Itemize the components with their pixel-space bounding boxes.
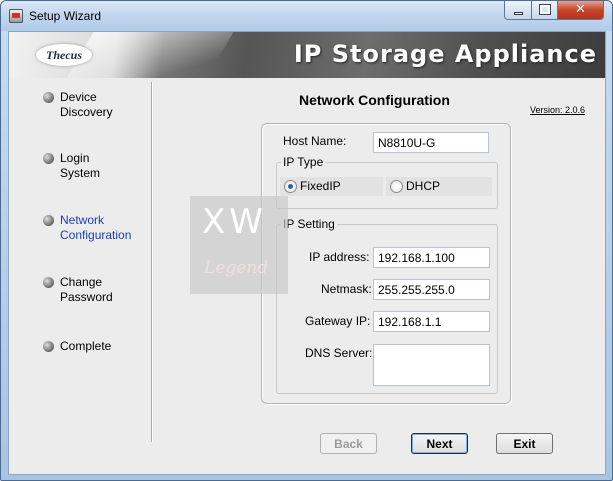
watermark-text-top: XW	[202, 202, 267, 242]
step-label: Login System	[60, 151, 101, 180]
fixed-ip-label: FixedIP	[300, 179, 341, 193]
step-label: Device Discovery	[60, 90, 113, 119]
minimize-icon	[514, 12, 523, 15]
setup-wizard-window: Setup Wizard ✕ Thecus IP Storage Applian…	[0, 0, 613, 481]
gateway-ip-label: Gateway IP:	[305, 314, 371, 328]
host-name-label: Host Name:	[283, 134, 347, 148]
dhcp-radio[interactable]	[390, 180, 403, 193]
window-title: Setup Wizard	[29, 9, 102, 23]
banner-title: IP Storage Appliance	[293, 40, 597, 68]
ip-address-label: IP address:	[309, 250, 370, 264]
watermark: XW Legend	[190, 196, 288, 294]
ip-type-title: IP Type	[281, 155, 326, 169]
page-title: Network Configuration	[299, 92, 450, 108]
watermark-text-bottom: Legend	[204, 258, 269, 278]
logo-text: Thecus	[46, 48, 82, 62]
step-label: Network Configuration	[60, 213, 132, 242]
minimize-button[interactable]	[504, 1, 532, 20]
back-button[interactable]: Back	[320, 433, 377, 454]
step-label: Complete	[60, 339, 112, 353]
wizard-steps-sidebar: Device Discovery Login System Network Co…	[9, 78, 153, 474]
dhcp-label: DHCP	[406, 179, 441, 193]
ip-setting-group: IP Setting IP address: Netmask: Gateway …	[276, 217, 498, 394]
fixed-ip-option[interactable]: FixedIP	[280, 177, 383, 196]
step-bullet-icon	[43, 277, 54, 288]
app-icon	[9, 9, 23, 23]
dns-server-input[interactable]	[373, 344, 490, 386]
host-name-input[interactable]	[373, 132, 489, 153]
version-label: Version: 2.0.6	[530, 105, 586, 115]
gateway-ip-input[interactable]	[373, 311, 490, 332]
exit-button[interactable]: Exit	[496, 433, 553, 454]
header-banner: Thecus IP Storage Appliance	[9, 32, 605, 78]
thecus-logo: Thecus	[36, 44, 92, 66]
client-area: Thecus IP Storage Appliance Device Disco…	[8, 31, 606, 475]
netmask-input[interactable]	[373, 279, 490, 300]
sidebar-divider	[151, 82, 153, 442]
close-button[interactable]: ✕	[557, 1, 604, 20]
ip-address-input[interactable]	[373, 247, 490, 268]
netmask-label: Netmask:	[321, 282, 372, 296]
step-bullet-icon	[43, 215, 54, 226]
step-bullet-icon	[43, 153, 54, 164]
fixed-ip-radio[interactable]	[284, 180, 297, 193]
maximize-button[interactable]	[531, 1, 558, 20]
close-icon: ✕	[575, 2, 586, 17]
title-bar[interactable]: Setup Wizard ✕	[1, 1, 612, 31]
network-config-panel: Host Name: IP Type FixedIP DHCP IP Setti…	[261, 123, 511, 404]
dns-server-label: DNS Server:	[305, 346, 373, 360]
step-label: Change Password	[60, 275, 113, 304]
dhcp-option[interactable]: DHCP	[386, 177, 492, 196]
next-button[interactable]: Next	[411, 433, 468, 454]
step-bullet-icon	[43, 341, 54, 352]
step-bullet-icon	[43, 92, 54, 103]
ip-setting-title: IP Setting	[281, 217, 337, 231]
ip-type-group: IP Type FixedIP DHCP	[276, 155, 498, 209]
maximize-icon	[539, 4, 551, 15]
